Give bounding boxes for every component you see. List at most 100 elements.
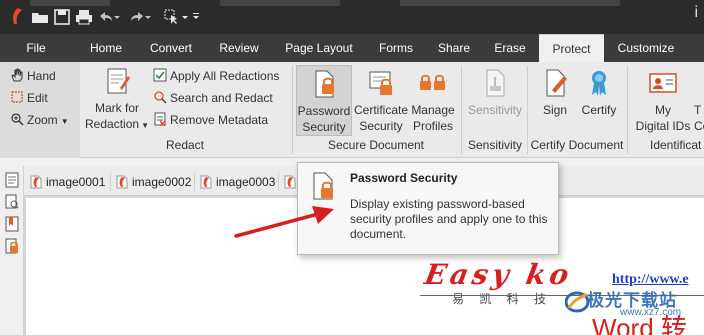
remove-metadata-icon bbox=[154, 112, 166, 126]
search-and-redact-label: Search and Redact bbox=[170, 91, 273, 105]
tab-separator bbox=[278, 173, 279, 191]
redo-dropdown-icon[interactable] bbox=[143, 8, 153, 26]
mark-for-redaction-button[interactable]: Mark for Redaction ▼ bbox=[84, 66, 150, 136]
manage-label-2: Profiles bbox=[412, 119, 453, 133]
sign-button[interactable]: Sign bbox=[534, 68, 576, 138]
menu-home[interactable]: Home bbox=[84, 34, 128, 62]
my-digital-ids-label-1: My bbox=[655, 103, 671, 117]
tab-image0002[interactable]: image0002 bbox=[116, 171, 191, 193]
menu-forms[interactable]: Forms bbox=[374, 34, 418, 62]
zoom-dropdown-icon[interactable]: ▼ bbox=[61, 117, 69, 126]
redact-group-label: Redact bbox=[165, 138, 205, 152]
manage-profiles-button[interactable]: Manage Profiles bbox=[410, 68, 456, 138]
zoom-label: Zoom bbox=[27, 113, 58, 127]
blurred-region bbox=[400, 0, 620, 6]
title-bar: i bbox=[0, 0, 704, 34]
certificate-label-2: Security bbox=[359, 119, 403, 133]
app-logo-icon bbox=[13, 8, 22, 24]
undo-dropdown-icon[interactable] bbox=[112, 8, 122, 26]
certify-label: Certify bbox=[581, 103, 617, 117]
trusted-label-2: Co bbox=[694, 119, 704, 133]
tab-label: image0002 bbox=[132, 175, 192, 189]
password-security-button[interactable]: Password Security bbox=[296, 65, 352, 136]
blurred-region bbox=[220, 0, 340, 6]
ribbon-protect: Hand Edit Zoom ▼ Mark for Redaction ▼ Appl… bbox=[0, 62, 704, 158]
my-digital-ids-button[interactable]: My Digital IDs bbox=[632, 68, 694, 138]
menu-protect[interactable]: Protect bbox=[539, 34, 604, 62]
sensitivity-icon bbox=[486, 69, 505, 97]
ribbon-separator bbox=[627, 66, 628, 154]
bookmarks-icon[interactable] bbox=[5, 216, 19, 232]
menu-share[interactable]: Share bbox=[434, 34, 474, 62]
certificate-lock-icon bbox=[369, 71, 392, 95]
password-lock-icon bbox=[315, 70, 334, 98]
ribbon-separator bbox=[292, 66, 293, 154]
tab-label: image0003 bbox=[216, 175, 276, 189]
easyko-logo-text: Easy ko bbox=[422, 258, 576, 291]
my-digital-ids-label-2: Digital IDs bbox=[635, 119, 691, 133]
remove-metadata-button[interactable]: Remove Metadata bbox=[153, 110, 268, 130]
pdf-file-icon bbox=[284, 175, 296, 189]
tab-separator bbox=[110, 173, 111, 191]
print-icon[interactable] bbox=[75, 8, 93, 26]
search-redact-icon bbox=[154, 91, 167, 104]
menu-file[interactable]: File bbox=[14, 34, 58, 62]
menu-erase[interactable]: Erase bbox=[490, 34, 530, 62]
save-icon[interactable] bbox=[53, 8, 71, 26]
sensitivity-button[interactable]: Sensitivity bbox=[466, 68, 524, 138]
certificate-label-1: Certificate bbox=[353, 103, 409, 117]
secure-document-group-label: Secure Document bbox=[327, 138, 425, 152]
tooltip-description: Display existing password-based security… bbox=[350, 197, 548, 241]
digital-id-card-icon bbox=[649, 73, 677, 93]
password-label-2: Security bbox=[302, 120, 346, 134]
menu-review[interactable]: Review bbox=[214, 34, 264, 62]
edit-select-icon bbox=[11, 91, 23, 103]
hand-icon bbox=[11, 68, 23, 82]
edit-tool-button[interactable]: Edit bbox=[10, 88, 48, 108]
customize-quick-access-icon[interactable] bbox=[191, 8, 201, 26]
tab-label: image0001 bbox=[46, 175, 106, 189]
logo-subtitle: 易 凯 科 技 bbox=[452, 292, 553, 306]
pdf-file-icon bbox=[200, 175, 212, 189]
mark-redaction-dropdown-icon[interactable]: ▼ bbox=[141, 121, 149, 130]
tab-image0003[interactable]: image0003 bbox=[200, 171, 275, 193]
manage-label-1: Manage bbox=[411, 103, 455, 117]
certify-document-group-label: Certify Document bbox=[530, 138, 624, 152]
security-panel-lock-icon[interactable] bbox=[5, 238, 19, 254]
select-dropdown-icon[interactable] bbox=[180, 8, 190, 26]
zoom-tool-button[interactable]: Zoom ▼ bbox=[10, 110, 69, 130]
annotation-arrow-icon bbox=[234, 206, 334, 238]
menu-convert[interactable]: Convert bbox=[144, 34, 198, 62]
apply-all-redactions-button[interactable]: Apply All Redactions bbox=[153, 66, 279, 86]
hand-tool-button[interactable]: Hand bbox=[10, 66, 56, 86]
zoom-icon bbox=[11, 113, 24, 126]
pdf-file-icon bbox=[116, 175, 128, 189]
password-lock-icon bbox=[313, 172, 333, 200]
certificate-security-button[interactable]: Certificate Security bbox=[353, 68, 409, 138]
menu-page-layout[interactable]: Page Layout bbox=[280, 34, 358, 62]
app-window: i File Home Convert Review Page Layout F… bbox=[0, 0, 704, 335]
window-title-partial: i bbox=[694, 4, 698, 21]
menu-bar: File Home Convert Review Page Layout For… bbox=[0, 34, 704, 62]
sign-pen-icon bbox=[546, 69, 567, 97]
blurred-region bbox=[30, 0, 110, 6]
sensitivity-group-label: Sensitivity bbox=[467, 138, 523, 152]
open-folder-icon[interactable] bbox=[31, 8, 49, 26]
password-label-1: Password bbox=[297, 104, 351, 118]
trusted-contacts-button-partial[interactable]: T Co bbox=[694, 102, 704, 138]
mark-for-redaction-label-2: Redaction bbox=[85, 117, 140, 131]
manage-profiles-lock-icon bbox=[420, 74, 445, 90]
mark-redaction-icon bbox=[107, 68, 130, 94]
search-and-redact-button[interactable]: Search and Redact bbox=[153, 88, 273, 108]
tab-image0001[interactable]: image0001 bbox=[30, 171, 105, 193]
menu-customize[interactable]: Customize bbox=[612, 34, 680, 62]
search-document-icon[interactable] bbox=[5, 194, 19, 210]
select-tool-icon[interactable] bbox=[163, 8, 181, 26]
remove-metadata-label: Remove Metadata bbox=[170, 113, 269, 127]
tab-separator bbox=[194, 173, 195, 191]
edit-label: Edit bbox=[27, 91, 48, 105]
trusted-label-1: T bbox=[694, 103, 702, 117]
page-thumbnails-icon[interactable] bbox=[5, 172, 19, 188]
certify-button[interactable]: Certify bbox=[578, 68, 620, 138]
sensitivity-label: Sensitivity bbox=[467, 103, 523, 117]
